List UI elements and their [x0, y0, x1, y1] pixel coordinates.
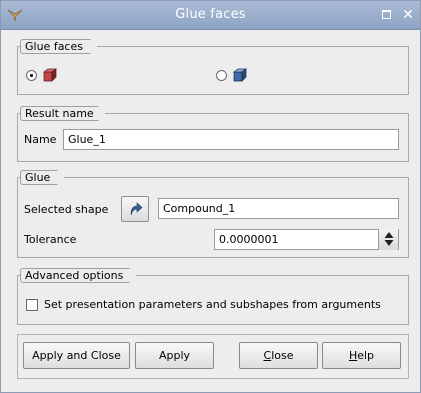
glue-faces-group-title: Glue faces: [20, 39, 98, 54]
advanced-options-group-title: Advanced options: [20, 268, 137, 283]
spin-up-icon[interactable]: [384, 232, 394, 238]
name-label: Name: [24, 133, 57, 146]
maximize-icon[interactable]: [379, 8, 393, 22]
title-bar[interactable]: Glue faces ✕: [1, 1, 420, 30]
help-label-rest: elp: [357, 349, 375, 362]
glue-group: Glue Selected shape Compound_1 Tolerance…: [17, 177, 409, 258]
select-shape-button[interactable]: [121, 196, 149, 222]
tolerance-label: Tolerance: [24, 233, 77, 246]
close-label-rest: lose: [271, 349, 294, 362]
arrow-select-icon: [130, 202, 143, 216]
faces-box-icon: [233, 68, 247, 82]
dialog-window: Glue faces ✕ Glue faces Result name Name…: [0, 0, 421, 393]
tolerance-spin-buttons[interactable]: [378, 229, 398, 250]
apply-and-close-button[interactable]: Apply and Close: [23, 342, 130, 369]
glue-faces-group: Glue faces: [17, 46, 409, 95]
result-name-group: Result name Name Glue_1: [17, 113, 409, 162]
name-field[interactable]: Glue_1: [63, 129, 399, 150]
apply-button[interactable]: Apply: [135, 342, 214, 369]
result-name-group-title: Result name: [20, 106, 106, 121]
help-mnemonic: H: [348, 349, 358, 362]
tolerance-spinbox[interactable]: 0.0000001: [214, 229, 399, 250]
window-title: Glue faces: [175, 7, 246, 22]
spin-down-icon[interactable]: [384, 240, 394, 246]
solid-box-icon: [43, 68, 57, 82]
glue-group-title: Glue: [20, 170, 65, 185]
selected-shape-field[interactable]: Compound_1: [158, 198, 399, 219]
close-button[interactable]: Close: [239, 342, 318, 369]
selected-shape-label: Selected shape: [24, 203, 109, 216]
advanced-options-group: Advanced options Set presentation parame…: [17, 275, 409, 325]
presentation-params-checkbox[interactable]: [26, 299, 38, 311]
radio-faces[interactable]: [216, 70, 227, 81]
close-icon[interactable]: ✕: [401, 8, 415, 22]
help-button[interactable]: Help: [322, 342, 401, 369]
tolerance-value: 0.0000001: [219, 233, 279, 246]
presentation-params-label: Set presentation parameters and subshape…: [44, 298, 381, 311]
radio-solid[interactable]: [26, 70, 37, 81]
